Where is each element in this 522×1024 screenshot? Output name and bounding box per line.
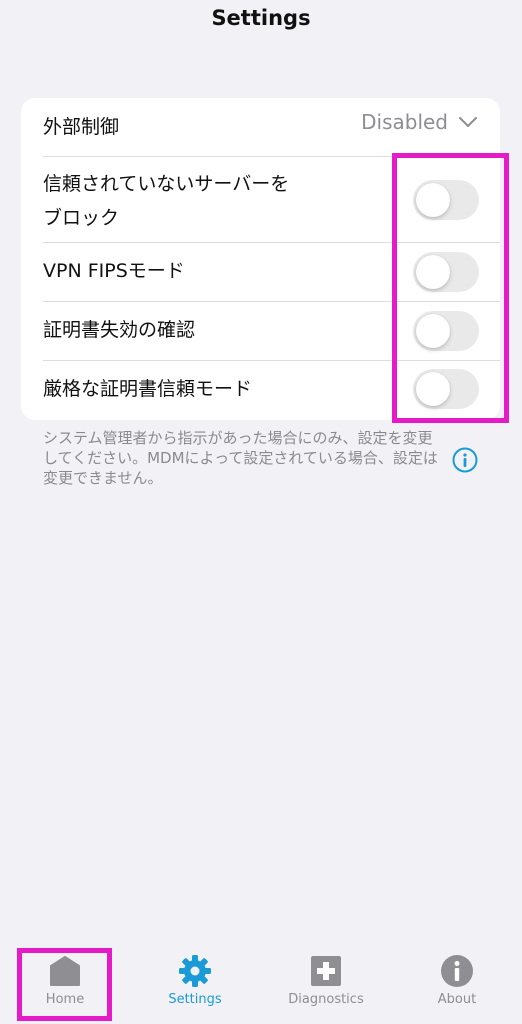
vpn-fips-mode-toggle[interactable] [413, 252, 479, 292]
settings-card: 外部制御 Disabled 信頼されていないサーバーを ブロック VPN FIP… [21, 98, 500, 420]
certificate-revocation-label: 証明書失効の確認 [43, 319, 196, 341]
strict-certificate-trust-toggle[interactable] [413, 369, 479, 409]
info-icon[interactable] [452, 447, 478, 473]
tab-bar: Home Settings Diagnostics About [0, 942, 522, 1024]
certificate-revocation-toggle[interactable] [413, 311, 479, 351]
tab-settings[interactable]: Settings [145, 942, 245, 1012]
tab-diagnostics-label: Diagnostics [288, 992, 364, 1007]
diagnostics-plus-icon [311, 956, 341, 986]
block-untrusted-servers-toggle[interactable] [413, 180, 479, 220]
info-icon [441, 955, 473, 987]
toggle-knob [416, 255, 450, 289]
vpn-fips-mode-row: VPN FIPSモード [21, 243, 500, 301]
toggle-knob [416, 314, 450, 348]
gear-icon [179, 955, 211, 987]
block-untrusted-servers-row: 信頼されていないサーバーを ブロック [21, 157, 500, 242]
chevron-down-icon [459, 117, 477, 127]
external-control-value: Disabled [361, 110, 448, 134]
strict-certificate-trust-row: 厳格な証明書信頼モード [21, 361, 500, 420]
block-untrusted-servers-label: 信頼されていないサーバーを ブロック [43, 173, 290, 229]
page-title: Settings [211, 6, 311, 30]
tab-settings-label: Settings [168, 992, 222, 1007]
toggle-knob [416, 372, 450, 406]
vpn-fips-mode-label: VPN FIPSモード [43, 260, 185, 282]
strict-certificate-trust-label: 厳格な証明書信頼モード [43, 378, 253, 400]
tab-about-label: About [437, 992, 477, 1007]
settings-footer-note: システム管理者から指示があった場合にのみ、設定を変更してください。MDMによって… [43, 429, 438, 487]
tab-diagnostics[interactable]: Diagnostics [276, 942, 376, 1012]
external-control-dropdown[interactable]: Disabled [361, 110, 478, 134]
external-control-label: 外部制御 [43, 116, 120, 138]
certificate-revocation-row: 証明書失効の確認 [21, 302, 500, 360]
external-control-row[interactable]: 外部制御 Disabled [21, 98, 500, 156]
tab-home-label: Home [45, 992, 85, 1007]
tab-about[interactable]: About [407, 942, 507, 1012]
home-icon [50, 956, 80, 986]
toggle-knob [416, 183, 450, 217]
tab-home[interactable]: Home [15, 942, 115, 1012]
